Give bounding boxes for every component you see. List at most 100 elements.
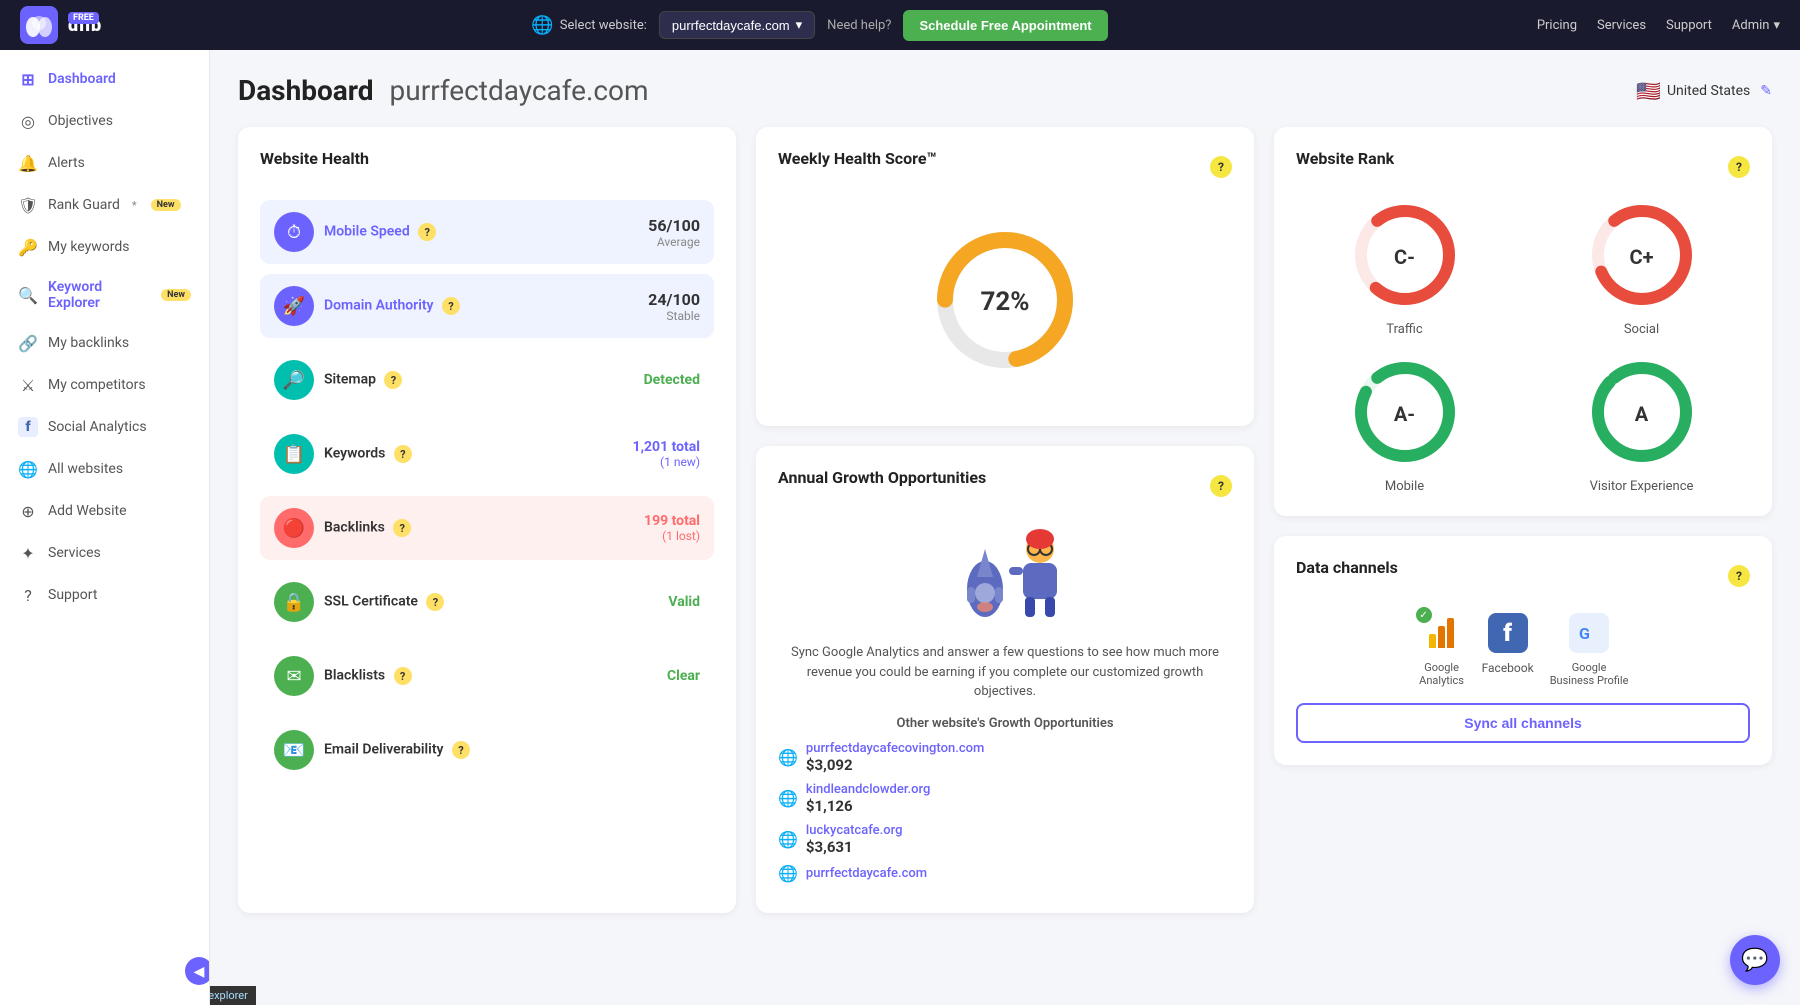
google-business-icon: G xyxy=(1569,613,1609,653)
dashboard-grid: Website Health ⏱ Mobile Speed ? 56/100 A… xyxy=(238,127,1772,913)
sidebar-item-alerts[interactable]: 🔔 Alerts xyxy=(0,142,209,184)
domain-authority-score: 24/100 xyxy=(648,290,700,309)
pricing-link[interactable]: Pricing xyxy=(1537,18,1577,33)
support-link[interactable]: Support xyxy=(1666,18,1712,33)
channels-grid: ✓ GoogleAnalytics f xyxy=(1296,609,1750,687)
sidebar-item-services[interactable]: ✦ Services xyxy=(0,532,209,574)
health-item-email[interactable]: 📧 Email Deliverability ? xyxy=(260,718,714,782)
svg-text:G: G xyxy=(1579,624,1590,643)
growth-site-2: 🌐 kindleandclowder.org $1,126 xyxy=(778,782,1232,815)
admin-menu[interactable]: Admin ▾ xyxy=(1732,18,1780,33)
site-amount-3: $3,631 xyxy=(806,838,903,856)
health-item-domain-authority[interactable]: 🚀 Domain Authority ? 24/100 Stable xyxy=(260,274,714,338)
sidebar-collapse-button[interactable]: ◀ xyxy=(185,957,210,985)
growth-svg xyxy=(925,519,1085,629)
sync-channels-button[interactable]: Sync all channels xyxy=(1296,703,1750,743)
backlinks-help[interactable]: ? xyxy=(393,519,411,537)
sidebar-item-all-websites[interactable]: 🌐 All websites xyxy=(0,448,209,490)
growth-site-4: 🌐 purrfectdaycafe.com xyxy=(778,864,1232,883)
visitor-label: Visitor Experience xyxy=(1590,479,1694,494)
site-name-3[interactable]: luckycatcafe.org xyxy=(806,823,903,838)
ssl-label: SSL Certificate ? xyxy=(324,593,444,611)
ssl-help[interactable]: ? xyxy=(426,593,444,611)
health-item-ssl[interactable]: 🔒 SSL Certificate ? Valid xyxy=(260,570,714,634)
site-name-1[interactable]: purrfectdaycafecovington.com xyxy=(806,741,984,756)
website-selector[interactable]: purrfectdaycafe.com ▾ xyxy=(659,11,815,39)
sidebar-item-add-website[interactable]: ⊕ Add Website xyxy=(0,490,209,532)
weekly-health-card: Weekly Health Score™ ? 72% xyxy=(756,127,1254,426)
chat-button[interactable]: 💬 xyxy=(1730,935,1780,985)
rank-grid: C- Traffic C+ Social xyxy=(1296,200,1750,494)
rank-social: C+ Social xyxy=(1533,200,1750,337)
facebook-label: Facebook xyxy=(1482,661,1534,675)
backlinks-total: 199 total xyxy=(644,513,700,529)
weekly-health-donut: 72% xyxy=(778,200,1232,404)
mobile-speed-score: 56/100 xyxy=(648,216,700,235)
website-rank-card: Website Rank ? C- Traffic xyxy=(1274,127,1772,516)
other-websites-title: Other website's Growth Opportunities xyxy=(778,716,1232,731)
keywords-list-icon: 📋 xyxy=(274,434,314,474)
growth-illustration xyxy=(778,519,1232,629)
website-rank-help[interactable]: ? xyxy=(1728,156,1750,178)
sidebar-item-keywords[interactable]: 🔑 My keywords xyxy=(0,226,209,268)
blacklists-icon: ✉ xyxy=(274,656,314,696)
traffic-label: Traffic xyxy=(1386,322,1422,337)
donut-wrap: 72% xyxy=(925,220,1085,384)
sidebar-item-backlinks[interactable]: 🔗 My backlinks xyxy=(0,322,209,364)
sitemap-label: Sitemap ? xyxy=(324,371,402,389)
sidebar-item-keyword-explorer[interactable]: 🔍 Keyword Explorer New xyxy=(0,268,209,322)
backlinks-label: Backlinks ? xyxy=(324,519,411,537)
weekly-health-title: Weekly Health Score™ xyxy=(778,149,937,168)
sitemap-help[interactable]: ? xyxy=(384,371,402,389)
site-name-2[interactable]: kindleandclowder.org xyxy=(806,782,930,797)
health-item-mobile-speed[interactable]: ⏱ Mobile Speed ? 56/100 Average xyxy=(260,200,714,264)
country-badge: 🇺🇸 United States ✎ xyxy=(1636,79,1772,103)
edit-country-icon[interactable]: ✎ xyxy=(1760,83,1772,99)
globe-icon-4: 🌐 xyxy=(778,864,798,883)
health-item-sitemap[interactable]: 🔎 Sitemap ? Detected xyxy=(260,348,714,412)
weekly-health-help[interactable]: ? xyxy=(1210,156,1232,178)
keywords-total: 1,201 total xyxy=(633,439,700,455)
health-item-blacklists[interactable]: ✉ Blacklists ? Clear xyxy=(260,644,714,708)
keywords-list-label: Keywords ? xyxy=(324,445,412,463)
sidebar-item-support[interactable]: ? Support xyxy=(0,574,209,616)
sidebar-item-social-analytics[interactable]: f Social Analytics xyxy=(0,406,209,448)
logo xyxy=(20,6,58,44)
sidebar-item-dashboard[interactable]: ⊞ Dashboard xyxy=(0,58,209,100)
health-item-backlinks[interactable]: 🔴 Backlinks ? 199 total (1 lost) xyxy=(260,496,714,560)
schedule-button[interactable]: Schedule Free Appointment xyxy=(903,10,1107,41)
rank-guard-icon: 🛡 xyxy=(18,195,38,215)
domain-authority-help[interactable]: ? xyxy=(442,297,460,315)
backlinks-lost: (1 lost) xyxy=(644,529,700,543)
logo-area[interactable]: diib FREE xyxy=(20,6,102,44)
mobile-grade: A- xyxy=(1394,402,1415,426)
annual-growth-help[interactable]: ? xyxy=(1210,475,1232,497)
sidebar-item-competitors[interactable]: ⚔ My competitors xyxy=(0,364,209,406)
sidebar-item-rank-guard[interactable]: 🛡 Rank Guard * New xyxy=(0,184,209,226)
annual-growth-card: Annual Growth Opportunities ? xyxy=(756,446,1254,913)
google-business-icon-wrap: G xyxy=(1565,609,1613,657)
growth-sites-list: 🌐 purrfectdaycafecovington.com $3,092 🌐 … xyxy=(778,741,1232,883)
health-item-keywords[interactable]: 📋 Keywords ? 1,201 total (1 new) xyxy=(260,422,714,486)
site-name-4[interactable]: purrfectdaycafe.com xyxy=(806,866,927,881)
blacklists-help[interactable]: ? xyxy=(394,667,412,685)
alerts-icon: 🔔 xyxy=(18,153,38,173)
data-channels-card: Data channels ? ✓ xyxy=(1274,536,1772,765)
sitemap-icon: 🔎 xyxy=(274,360,314,400)
data-channels-help[interactable]: ? xyxy=(1728,565,1750,587)
mobile-speed-help[interactable]: ? xyxy=(418,223,436,241)
services-link[interactable]: Services xyxy=(1597,18,1646,33)
site-amount-1: $3,092 xyxy=(806,756,984,774)
free-badge: FREE xyxy=(68,12,99,24)
email-help[interactable]: ? xyxy=(452,741,470,759)
mobile-speed-icon: ⏱ xyxy=(274,212,314,252)
sidebar-label-competitors: My competitors xyxy=(48,377,146,393)
keywords-new: (1 new) xyxy=(633,455,700,469)
sidebar-item-objectives[interactable]: ◎ Objectives xyxy=(0,100,209,142)
google-business-label: GoogleBusiness Profile xyxy=(1550,661,1629,687)
flag-icon: 🇺🇸 xyxy=(1636,79,1661,103)
globe-icon-3: 🌐 xyxy=(778,830,798,849)
sidebar-label-social-analytics: Social Analytics xyxy=(48,419,147,435)
keywords-help[interactable]: ? xyxy=(394,445,412,463)
rank-traffic-ring: C- xyxy=(1350,200,1460,314)
